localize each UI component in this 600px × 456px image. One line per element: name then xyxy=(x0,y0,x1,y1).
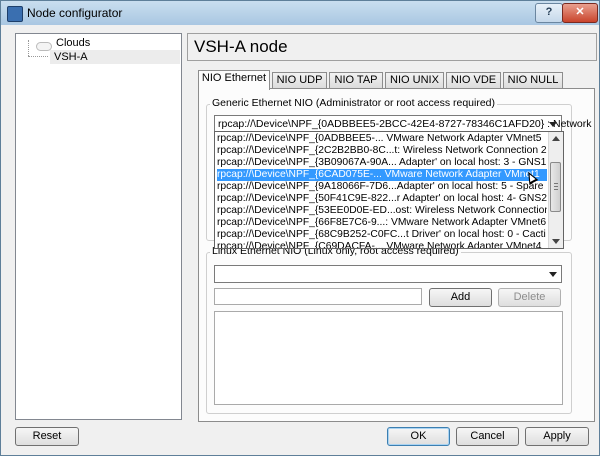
add-button[interactable]: Add xyxy=(429,288,492,307)
dropdown-option[interactable]: rpcap://\Device\NPF_{68C9B252-C0FC...t D… xyxy=(217,229,547,241)
tab-nio-unix[interactable]: NIO UNIX xyxy=(385,72,444,88)
dropdown-option[interactable]: rpcap://\Device\NPF_{3B09067A-90A... Ada… xyxy=(217,157,547,169)
node-header: VSH-A node xyxy=(187,33,597,61)
generic-ethernet-group-label: Generic Ethernet NIO (Administrator or r… xyxy=(210,97,498,109)
dropdown-option[interactable]: rpcap://\Device\NPF_{2C2B2BB0-8C...t: Wi… xyxy=(217,145,547,157)
dropdown-option[interactable]: rpcap://\Device\NPF_{9A18066F-7D6...Adap… xyxy=(217,181,547,193)
window-title: Node configurator xyxy=(27,6,123,20)
tab-nio-vde[interactable]: NIO VDE xyxy=(446,72,501,88)
close-button[interactable]: ✕ xyxy=(562,3,598,23)
dropdown-option[interactable]: rpcap://\Device\NPF_{50F41C9E-822...r Ad… xyxy=(217,193,547,205)
linux-ethernet-select[interactable] xyxy=(214,265,562,283)
grip-line xyxy=(554,186,558,187)
tree-item-label: VSH-A xyxy=(54,51,88,63)
cancel-button[interactable]: Cancel xyxy=(456,427,519,446)
chevron-down-icon xyxy=(549,272,557,277)
tab-nio-null[interactable]: NIO NULL xyxy=(503,72,563,88)
delete-button[interactable]: Delete xyxy=(498,288,561,307)
help-button[interactable]: ? xyxy=(535,3,563,23)
dropdown-option[interactable]: rpcap://\Device\NPF_{53EE0D0E-ED...ost: … xyxy=(217,205,547,217)
app-icon xyxy=(7,6,23,22)
grip-line xyxy=(554,189,558,190)
linux-ethernet-list[interactable] xyxy=(214,311,563,405)
tree-item-label: Clouds xyxy=(56,37,91,49)
dropdown-option[interactable]: rpcap://\Device\NPF_{0ADBBEE5-... VMware… xyxy=(217,133,547,145)
ok-button[interactable]: OK xyxy=(387,427,450,446)
generic-ethernet-select-value: rpcap://\Device\NPF_{0ADBBEE5-2BCC-42E4-… xyxy=(218,118,592,130)
apply-button[interactable]: Apply xyxy=(525,427,589,446)
dropdown-scrollbar[interactable] xyxy=(548,132,563,248)
scroll-up-arrow-icon[interactable] xyxy=(552,136,560,141)
scrollbar-thumb[interactable] xyxy=(550,162,561,212)
chevron-down-icon xyxy=(549,122,557,127)
reset-button[interactable]: Reset xyxy=(15,427,79,446)
dropdown-option-highlighted[interactable]: rpcap://\Device\NPF_{6CAD075E-... VMware… xyxy=(217,169,547,181)
generic-ethernet-dropdown-list[interactable]: rpcap://\Device\NPF_{0ADBBEE5-... VMware… xyxy=(214,131,564,249)
tree-connector xyxy=(28,56,48,57)
scroll-down-arrow-icon[interactable] xyxy=(552,239,560,244)
dropdown-option[interactable]: rpcap://\Device\NPF_{C69DACFA-... VMware… xyxy=(217,241,547,248)
tab-nio-ethernet[interactable]: NIO Ethernet xyxy=(198,70,270,90)
grip-line xyxy=(554,183,558,184)
node-tree[interactable]: Clouds VSH-A xyxy=(15,33,182,420)
node-configurator-window: Node configurator ? ✕ Clouds VSH-A VSH-A… xyxy=(0,0,600,456)
tree-item-clouds[interactable]: Clouds xyxy=(16,36,181,51)
title-bar: Node configurator ? ✕ xyxy=(1,1,599,25)
linux-ethernet-input[interactable] xyxy=(214,288,422,305)
dropdown-option[interactable]: rpcap://\Device\NPF_{66F8E7C6-9...: VMwa… xyxy=(217,217,547,229)
tree-item-vsh-a[interactable]: VSH-A xyxy=(50,50,180,64)
tab-nio-udp[interactable]: NIO UDP xyxy=(272,72,327,88)
page-title: VSH-A node xyxy=(194,37,288,56)
tab-nio-tap[interactable]: NIO TAP xyxy=(329,72,383,88)
